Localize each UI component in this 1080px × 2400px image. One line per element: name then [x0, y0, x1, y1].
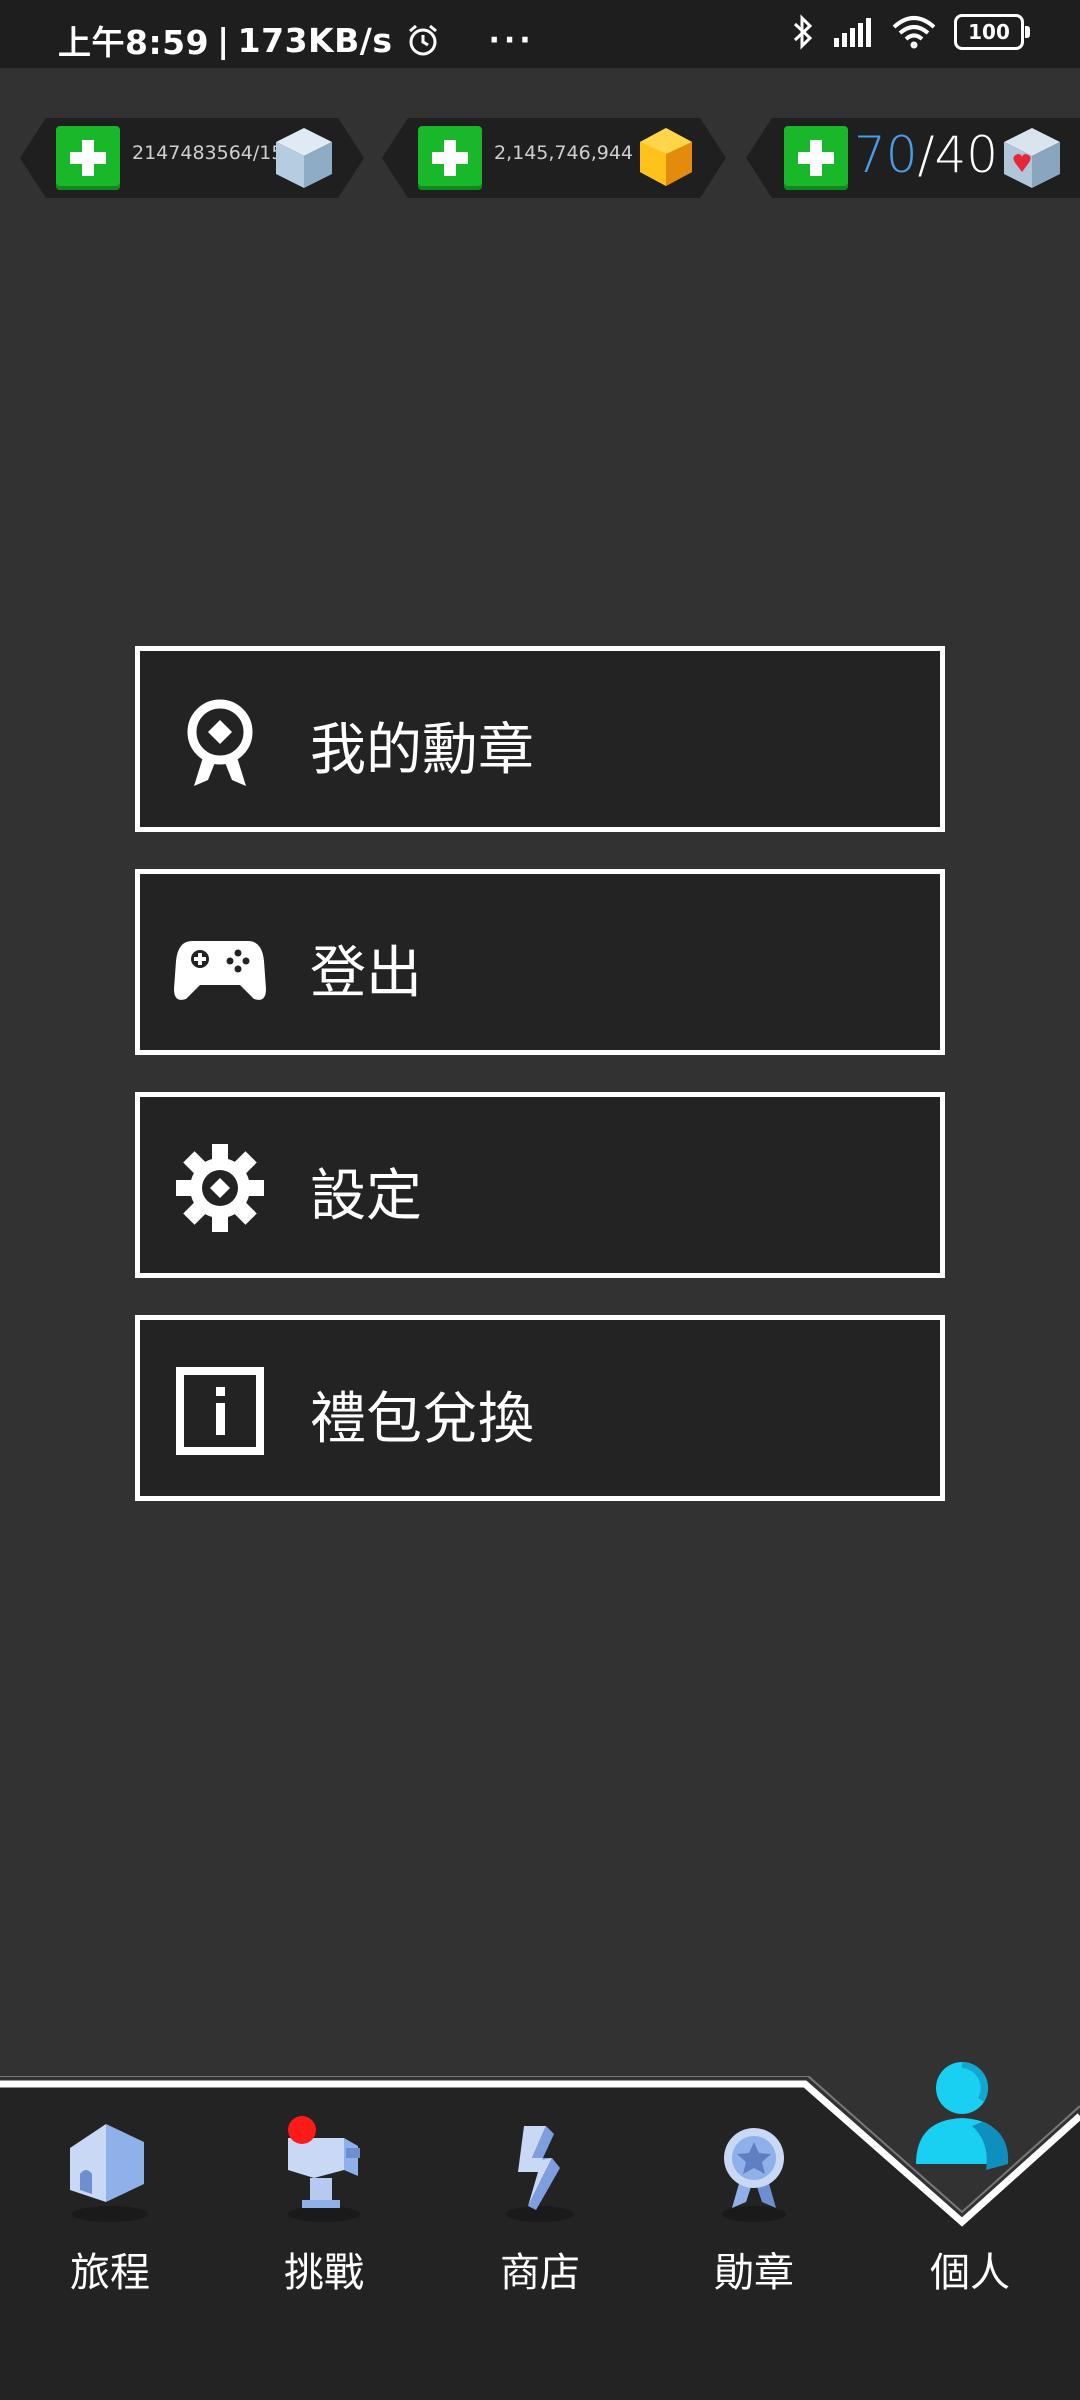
bluetooth-icon — [793, 14, 813, 50]
status-separator: | — [217, 20, 230, 60]
nav-challenge[interactable]: 挑戰 — [224, 2080, 424, 2340]
gear-icon — [176, 1144, 264, 1232]
settings-label: 設定 — [310, 1164, 422, 1229]
badge-icon — [722, 2128, 786, 2222]
battery-level: 100 — [968, 20, 1010, 44]
logout-label: 登出 — [310, 941, 422, 1006]
gift-redeem-button[interactable]: 禮包兌換 — [135, 1315, 945, 1501]
energy-pill: 70/40 — [746, 118, 1080, 198]
nav-badges-label: 勛章 — [714, 2250, 794, 2296]
cube-currency-pill: 2147483564/15 — [20, 118, 364, 198]
energy-max: 40 — [934, 126, 999, 184]
add-gold-button[interactable] — [418, 126, 482, 190]
nav-shop-label: 商店 — [500, 2250, 580, 2296]
house-icon — [70, 2124, 148, 2222]
energy-separator: / — [917, 126, 935, 184]
gamepad-icon — [174, 941, 266, 1000]
nav-profile[interactable]: 個人 — [870, 2061, 1070, 2340]
add-cubes-button[interactable] — [56, 126, 120, 190]
wifi-icon — [892, 16, 936, 49]
gold-gem-icon — [632, 124, 700, 192]
settings-button[interactable]: 設定 — [135, 1092, 945, 1278]
person-icon — [916, 2061, 1009, 2170]
bottom-nav: 旅程 挑戰 商店 勛章 個人 — [0, 2061, 1080, 2400]
my-medals-label: 我的勳章 — [310, 718, 534, 783]
cube-count: 2147483564/15 — [132, 142, 284, 164]
gold-currency-pill: 2,145,746,944 — [382, 118, 726, 198]
signal-icon — [834, 18, 871, 47]
add-energy-button[interactable] — [784, 126, 848, 190]
status-right: 100 — [792, 14, 1030, 50]
gift-redeem-label: 禮包兌換 — [310, 1387, 534, 1452]
energy-current: 70 — [854, 126, 918, 184]
nav-profile-label: 個人 — [930, 2250, 1010, 2296]
energy-value: 70/40 — [854, 126, 998, 184]
battery-icon: 100 — [954, 14, 1030, 50]
heart-cube-icon — [998, 124, 1066, 192]
nav-badges[interactable]: 勛章 — [654, 2080, 854, 2340]
status-bar: 上午8:59 | 173KB/s ··· 100 — [0, 0, 1080, 68]
shop-icon — [506, 2126, 574, 2222]
gold-count: 2,145,746,944 — [494, 142, 634, 164]
challenge-notification-badge — [288, 2116, 316, 2144]
nav-challenge-label: 挑戰 — [284, 2250, 364, 2296]
more-dots: ··· — [488, 22, 535, 58]
medal-icon — [187, 699, 253, 786]
blue-cube-icon — [270, 124, 338, 192]
logout-button[interactable]: 登出 — [135, 869, 945, 1055]
nav-shop[interactable]: 商店 — [440, 2080, 640, 2340]
status-left: 上午8:59 | 173KB/s ··· — [58, 16, 535, 64]
my-medals-button[interactable]: 我的勳章 — [135, 646, 945, 832]
nav-journey-label: 旅程 — [70, 2250, 150, 2296]
nav-journey[interactable]: 旅程 — [10, 2080, 210, 2340]
alarm-icon — [409, 24, 438, 56]
status-time: 上午8:59 — [58, 23, 210, 62]
info-icon — [176, 1367, 264, 1455]
status-net-speed: 173KB/s — [237, 20, 393, 60]
